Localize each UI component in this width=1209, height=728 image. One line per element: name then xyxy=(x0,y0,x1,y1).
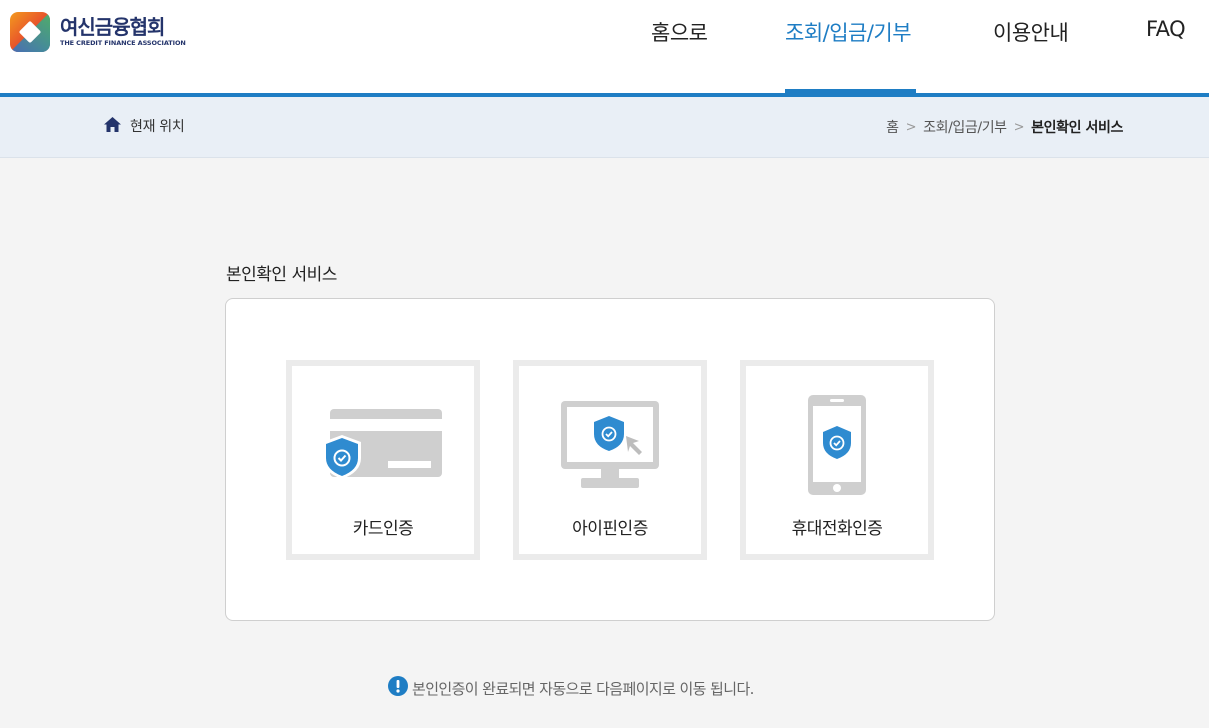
nav-item-guide[interactable]: 이용안내 xyxy=(993,17,1069,47)
breadcrumb-current: 본인확인 서비스 xyxy=(1031,120,1123,136)
phone-auth-button[interactable]: 휴대전화인증 xyxy=(740,360,934,560)
notice-text: 본인인증이 완료되면 자동으로 다음페이지로 이동 됩니다. xyxy=(412,679,754,698)
breadcrumb-separator: > xyxy=(905,119,917,135)
breadcrumb: 홈 > 조회/입금/기부 > 본인확인 서비스 xyxy=(886,117,1123,137)
card-auth-button[interactable]: 카드인증 xyxy=(286,360,480,560)
nav-item-home[interactable]: 홈으로 xyxy=(651,17,708,47)
location-bar: 현재 위치 홈 > 조회/입금/기부 > 본인확인 서비스 xyxy=(0,97,1209,158)
breadcrumb-separator: > xyxy=(1013,119,1025,135)
logo-name-ko: 여신금융협회 xyxy=(60,15,165,39)
header: 여신금융협회 THE CREDIT FINANCE ASSOCIATION 홈으… xyxy=(0,0,1209,94)
notice: 본인인증이 완료되면 자동으로 다음페이지로 이동 됩니다. xyxy=(388,676,754,700)
exclamation-icon xyxy=(388,676,408,700)
logo[interactable]: 여신금융협회 THE CREDIT FINANCE ASSOCIATION xyxy=(10,12,186,52)
page-title: 본인확인 서비스 xyxy=(226,265,337,285)
phone-auth-label: 휴대전화인증 xyxy=(791,519,883,539)
breadcrumb-home[interactable]: 홈 xyxy=(886,117,899,137)
home-icon xyxy=(104,116,121,136)
monitor-shield-icon xyxy=(519,366,701,506)
ipin-auth-button[interactable]: 아이핀인증 xyxy=(513,360,707,560)
logo-name-en: THE CREDIT FINANCE ASSOCIATION xyxy=(60,39,186,47)
current-location-label: 현재 위치 xyxy=(130,119,185,135)
card-shield-icon xyxy=(292,366,474,506)
card-auth-label: 카드인증 xyxy=(352,519,414,539)
breadcrumb-inquiry[interactable]: 조회/입금/기부 xyxy=(923,117,1007,137)
phone-shield-icon xyxy=(746,366,928,506)
ipin-auth-label: 아이핀인증 xyxy=(572,519,648,539)
nav-active-indicator xyxy=(785,89,916,94)
nav-item-faq[interactable]: FAQ xyxy=(1146,17,1186,41)
nav-item-inquiry-deposit-donation[interactable]: 조회/입금/기부 xyxy=(785,17,912,47)
verification-panel: 카드인증 아이핀인증 휴대전화인증 xyxy=(225,298,995,621)
logo-mark-icon xyxy=(10,12,50,52)
